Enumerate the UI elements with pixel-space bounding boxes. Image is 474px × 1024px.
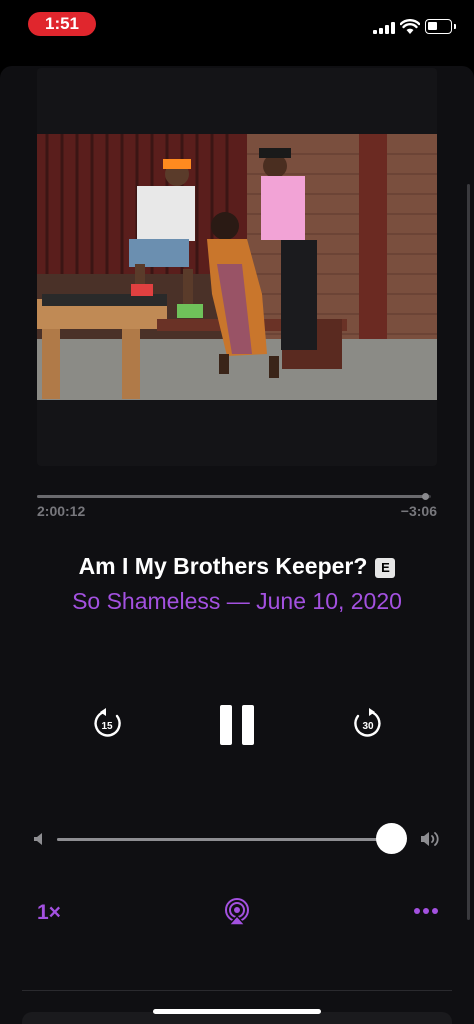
episode-title: Am I My Brothers Keeper? — [78, 553, 368, 579]
home-indicator[interactable] — [153, 1009, 321, 1014]
podcast-name-and-date[interactable]: So Shameless — June 10, 2020 — [0, 588, 474, 615]
skip-back-15-button[interactable]: 15 — [92, 707, 122, 739]
pause-button[interactable] — [220, 705, 254, 745]
volume-high-icon — [421, 832, 439, 846]
skip-forward-30-button[interactable]: 30 — [353, 707, 383, 739]
artwork-photo — [37, 134, 437, 400]
episode-progress-bar[interactable] — [37, 493, 431, 500]
status-bar: 1:51 — [0, 0, 474, 50]
more-icon[interactable] — [414, 908, 440, 916]
wifi-icon — [400, 19, 420, 34]
scroll-indicator — [467, 184, 470, 920]
explicit-badge: E — [375, 558, 396, 578]
airplay-icon[interactable] — [223, 898, 251, 926]
cellular-signal-icon — [373, 22, 395, 34]
volume-low-icon — [34, 833, 42, 845]
skip-forward-label: 30 — [362, 721, 374, 732]
elapsed-time: 2:00:12 — [37, 503, 86, 519]
episode-artwork — [37, 68, 437, 466]
battery-icon — [425, 19, 456, 34]
episode-title-row: Am I My Brothers Keeper? E — [0, 553, 474, 580]
volume-fill — [57, 838, 391, 841]
progress-fill — [37, 495, 426, 498]
divider — [22, 990, 452, 991]
skip-back-label: 15 — [101, 721, 113, 732]
volume-knob[interactable] — [376, 823, 407, 854]
status-time[interactable]: 1:51 — [28, 12, 96, 36]
volume-slider[interactable] — [57, 838, 391, 841]
playback-speed-button[interactable]: 1× — [37, 901, 61, 925]
remaining-time: −3:06 — [400, 503, 437, 519]
